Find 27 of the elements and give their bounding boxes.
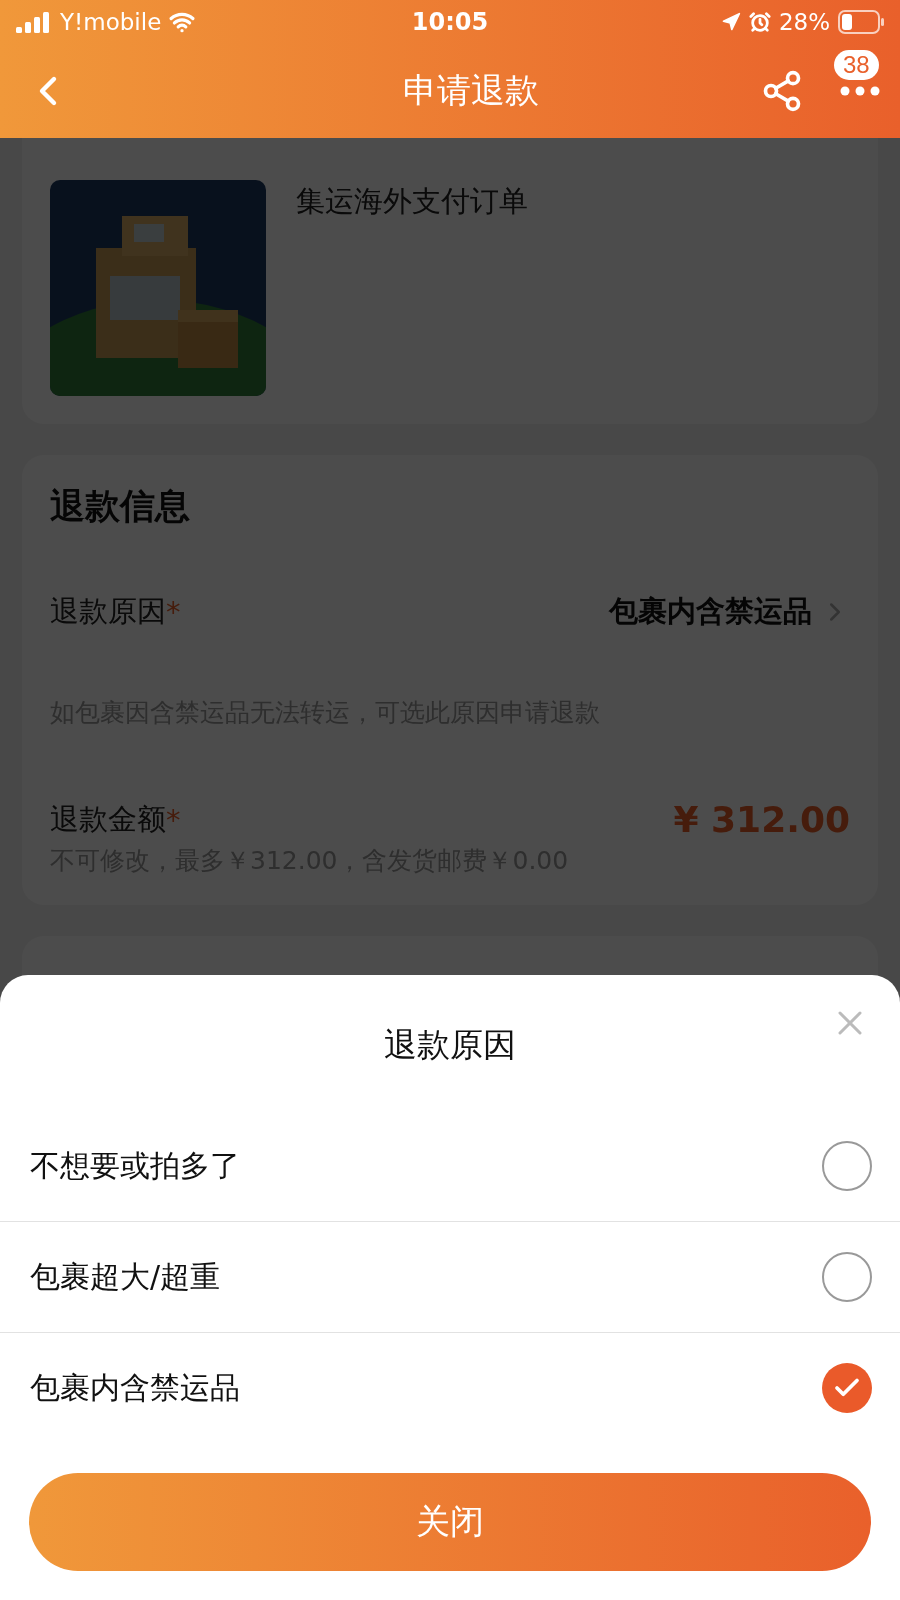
battery-icon [838, 10, 884, 34]
refund-amount: ¥ 312.00 [673, 799, 850, 840]
reason-option[interactable]: 不想要或拍多了 [0, 1111, 900, 1222]
notification-badge: 38 [834, 50, 879, 80]
status-time: 10:05 [411, 8, 489, 36]
option-label: 包裹内含禁运品 [30, 1368, 241, 1407]
radio-button[interactable] [822, 1252, 872, 1302]
radio-button[interactable] [822, 1363, 872, 1413]
radio-button[interactable] [822, 1141, 872, 1191]
option-label: 不想要或拍多了 [30, 1146, 241, 1185]
section-title: 退款信息 [50, 485, 191, 528]
reason-label: 退款原因 [50, 593, 166, 630]
product-name: 集运海外支付订单 [296, 183, 528, 220]
required-mark: * [166, 802, 181, 837]
reason-option[interactable]: 包裹内含禁运品 [0, 1333, 900, 1443]
sheet-title: 退款原因 [383, 1024, 517, 1066]
alarm-icon [748, 11, 771, 33]
reason-option[interactable]: 包裹超大/超重 [0, 1222, 900, 1333]
signal-icon [16, 11, 52, 33]
location-icon [720, 12, 741, 32]
page-title: 申请退款 [402, 69, 540, 112]
battery-percent: 28% [778, 9, 830, 35]
carrier-name: Y!mobile [60, 9, 162, 35]
required-mark: * [166, 595, 181, 629]
more-icon [840, 86, 880, 96]
option-label: 包裹超大/超重 [30, 1257, 222, 1296]
amount-label: 退款金额 [50, 800, 166, 838]
